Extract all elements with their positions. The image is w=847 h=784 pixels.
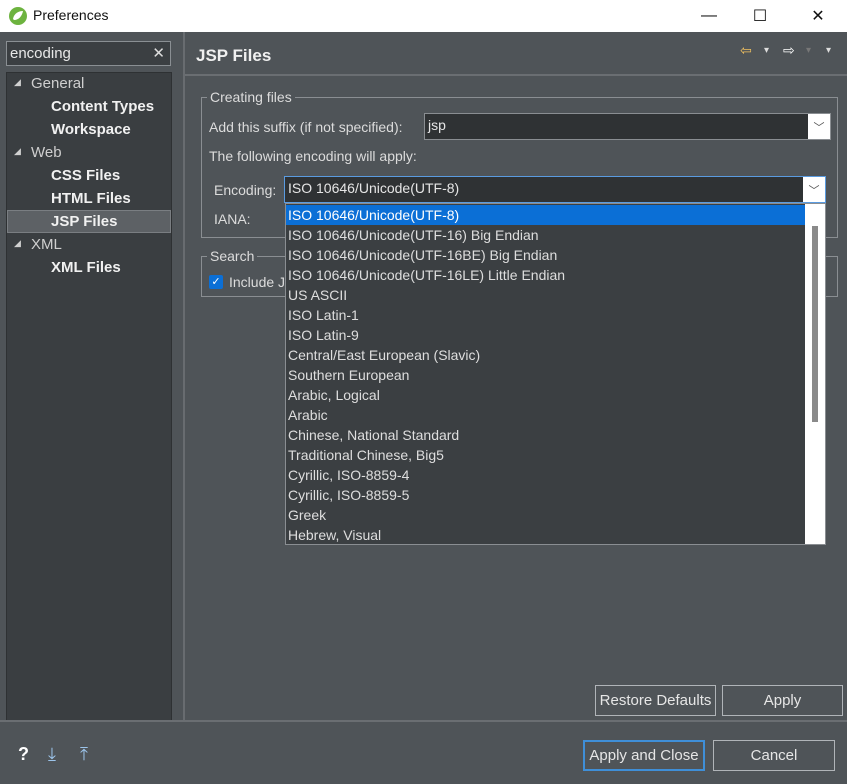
suffix-combo[interactable]: jsp ﹀ (424, 113, 831, 140)
tree-item-css-files[interactable]: CSS Files (51, 165, 120, 187)
tree-item-general[interactable]: General (31, 73, 84, 95)
tree-item-xml[interactable]: XML (31, 234, 62, 256)
encoding-option[interactable]: US ASCII (286, 285, 805, 305)
iana-label: IANA: (214, 211, 251, 227)
chevron-down-icon[interactable]: ﹀ (808, 114, 830, 139)
restore-defaults-button[interactable]: Restore Defaults (595, 685, 716, 716)
restore-defaults-label: Restore Defaults (599, 692, 712, 709)
apply-label: Apply (763, 692, 802, 709)
encoding-option[interactable]: Cyrillic, ISO-8859-5 (286, 485, 805, 505)
encoding-option[interactable]: Cyrillic, ISO-8859-4 (286, 465, 805, 485)
encoding-option[interactable]: ISO 10646/Unicode(UTF-16BE) Big Endian (286, 245, 805, 265)
tree-item-jsp-files[interactable]: JSP Files (51, 211, 117, 233)
include-checkbox[interactable]: ✓ (209, 275, 223, 289)
page-navigation: ⇦ ▾ ⇨ ▾ ▾ (740, 42, 840, 62)
window-title: Preferences (33, 7, 109, 23)
panel-divider[interactable] (183, 32, 185, 722)
footer-toolbar: ? ⤓ ⤒ (18, 744, 108, 766)
encoding-option[interactable]: Chinese, National Standard (286, 425, 805, 445)
expanded-arrow-icon[interactable]: ◢ (14, 146, 21, 157)
encoding-option[interactable]: ISO Latin-9 (286, 325, 805, 345)
forward-menu-icon[interactable]: ▾ (806, 45, 811, 56)
filter-field[interactable]: ✕ (6, 41, 171, 66)
clear-filter-icon[interactable]: ✕ (152, 44, 165, 62)
include-checkbox-label[interactable]: Include J (229, 274, 285, 290)
encoding-option[interactable]: ISO 10646/Unicode(UTF-16LE) Little Endia… (286, 265, 805, 285)
close-button[interactable]: ✕ (795, 0, 841, 32)
encoding-label: Encoding: (214, 182, 277, 198)
encoding-option[interactable]: Traditional Chinese, Big5 (286, 445, 805, 465)
filter-input[interactable] (7, 45, 142, 62)
encoding-option[interactable]: ISO 10646/Unicode(UTF-8) (286, 205, 805, 225)
encoding-option[interactable]: ISO Latin-1 (286, 305, 805, 325)
header-separator (185, 74, 847, 76)
cancel-label: Cancel (750, 747, 798, 764)
apply-and-close-button[interactable]: Apply and Close (583, 740, 705, 771)
suffix-value: jsp (428, 117, 446, 133)
tree-item-html-files[interactable]: HTML Files (51, 188, 131, 210)
expanded-arrow-icon[interactable]: ◢ (14, 238, 21, 249)
title-bar: Preferences — ☐ ✕ (0, 0, 847, 32)
tree-item-content-types[interactable]: Content Types (51, 96, 154, 118)
cancel-button[interactable]: Cancel (713, 740, 835, 771)
help-icon[interactable]: ? (18, 744, 29, 765)
tree-item-web[interactable]: Web (31, 142, 62, 164)
spring-leaf-icon (9, 7, 27, 25)
encoding-option[interactable]: Arabic (286, 405, 805, 425)
encoding-option[interactable]: Southern European (286, 365, 805, 385)
close-icon: ✕ (811, 8, 825, 25)
apply-button[interactable]: Apply (722, 685, 843, 716)
import-icon[interactable]: ⤓ (48, 744, 56, 765)
dropdown-scrollbar-thumb[interactable] (812, 226, 818, 422)
suffix-label: Add this suffix (if not specified): (209, 119, 403, 135)
chevron-down-icon[interactable]: ﹀ (803, 177, 825, 202)
search-label: Search (207, 248, 258, 264)
dropdown-scrollbar[interactable] (805, 204, 825, 544)
apply-and-close-label: Apply and Close (589, 747, 699, 764)
encoding-option[interactable]: ISO 10646/Unicode(UTF-16) Big Endian (286, 225, 805, 245)
expanded-arrow-icon[interactable]: ◢ (14, 77, 21, 88)
encoding-intro: The following encoding will apply: (209, 148, 417, 164)
back-arrow-icon[interactable]: ⇦ (740, 42, 752, 59)
encoding-value: ISO 10646/Unicode(UTF-8) (288, 180, 460, 196)
preferences-tree[interactable]: ◢ General Content Types Workspace ◢ Web … (6, 72, 172, 722)
forward-arrow-icon[interactable]: ⇨ (783, 42, 795, 59)
page-title: JSP Files (196, 46, 272, 65)
minimize-button[interactable]: — (686, 0, 732, 32)
encoding-option[interactable]: Arabic, Logical (286, 385, 805, 405)
maximize-button[interactable]: ☐ (737, 0, 783, 32)
footer-separator (0, 720, 847, 722)
encoding-option[interactable]: Greek (286, 505, 805, 525)
tree-item-xml-files[interactable]: XML Files (51, 257, 121, 279)
preferences-navigation: ✕ ◢ General Content Types Workspace ◢ We… (0, 32, 184, 722)
creating-files-label: Creating files (207, 89, 295, 105)
view-menu-icon[interactable]: ▾ (826, 45, 831, 56)
maximize-icon: ☐ (752, 8, 768, 25)
tree-item-workspace[interactable]: Workspace (51, 119, 131, 141)
back-menu-icon[interactable]: ▾ (764, 45, 769, 56)
minimize-icon: — (701, 7, 717, 24)
encoding-dropdown-list[interactable]: ISO 10646/Unicode(UTF-8) ISO 10646/Unico… (285, 203, 826, 545)
encoding-option[interactable]: Hebrew, Visual (286, 525, 805, 544)
export-icon[interactable]: ⤒ (80, 744, 88, 765)
encoding-option[interactable]: Central/East European (Slavic) (286, 345, 805, 365)
encoding-combo[interactable]: ISO 10646/Unicode(UTF-8) ﹀ (284, 176, 826, 203)
